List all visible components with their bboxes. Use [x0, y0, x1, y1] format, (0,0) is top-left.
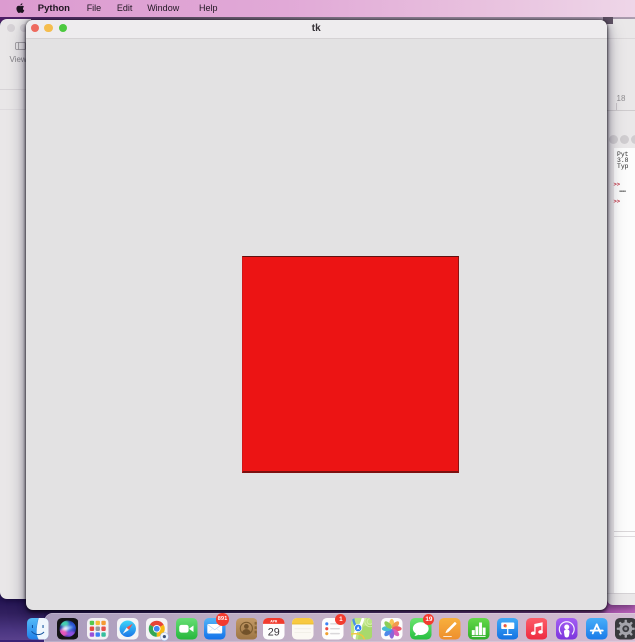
svg-text:29: 29 — [268, 627, 280, 639]
svg-text:APR: APR — [271, 620, 279, 624]
